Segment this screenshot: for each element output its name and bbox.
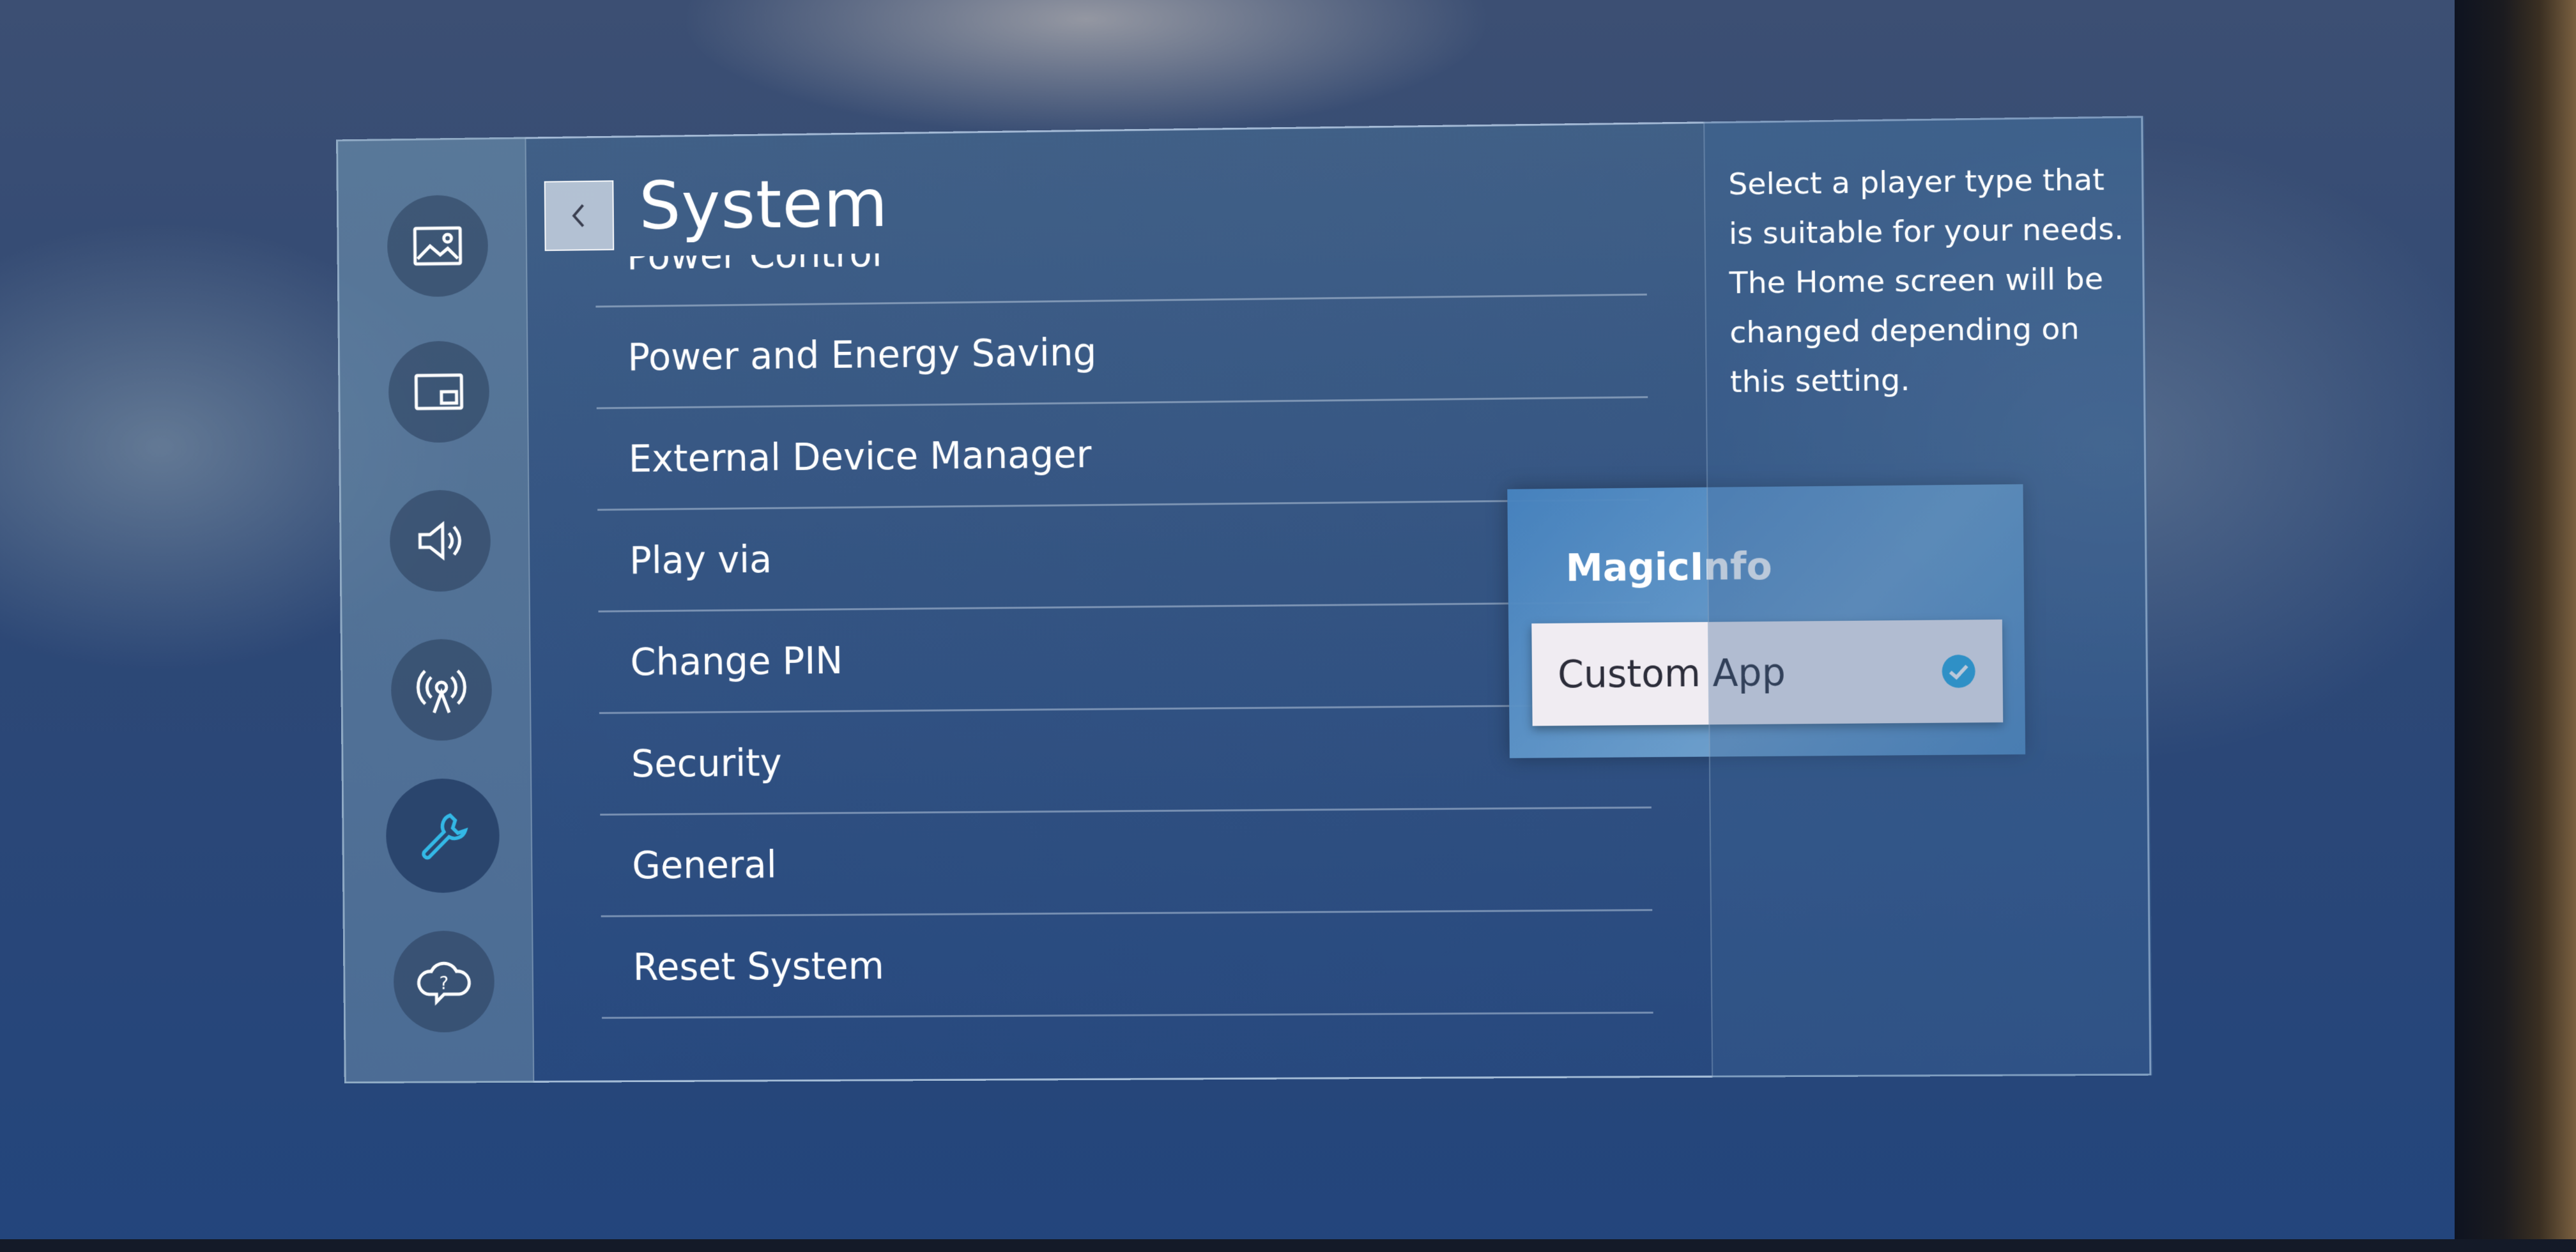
icon-sidebar: ? [336,137,534,1083]
menu-item-label: Power and Energy Saving [627,330,1096,379]
page-title: System [639,164,889,245]
picture-icon[interactable] [387,195,489,298]
sound-icon[interactable] [390,489,491,592]
network-icon[interactable] [391,639,493,741]
menu-item-external-device-manager[interactable]: External Device Manager [597,398,1649,510]
menu-item-label: External Device Manager [629,432,1092,480]
menu-item-label: Power Control [627,244,882,278]
menu-item-label: Play via [629,537,772,582]
help-text: Select a player type that is suitable fo… [1728,155,2131,407]
back-button[interactable] [544,180,615,251]
menu-item-label: Security [631,741,782,785]
menu-item-general[interactable]: General [600,809,1652,917]
wrench-icon[interactable] [386,778,500,893]
svg-text:?: ? [439,973,448,994]
menu-item-change-pin[interactable]: Change PIN [599,603,1651,714]
menu-list: Power Control Power and Energy Saving Ex… [595,244,1654,1063]
tv-bezel-bottom [0,1239,2576,1252]
menu-item-security[interactable]: Security [599,706,1652,816]
menu-item-label: Change PIN [630,639,843,683]
screen-icon[interactable] [388,340,489,443]
help-panel: Select a player type that is suitable fo… [1703,116,2152,1077]
support-icon[interactable]: ? [393,931,494,1033]
menu-item-label: General [632,843,777,887]
tv-bezel [2455,0,2576,1252]
settings-panel: ? System Power Control Power and Energy … [336,116,2151,1083]
menu-item-reset-system[interactable]: Reset System [601,911,1653,1019]
menu-item-power-energy-saving[interactable]: Power and Energy Saving [595,296,1648,409]
menu-item-play-via[interactable]: Play via [597,501,1650,613]
menu-item-label: Reset System [632,944,884,989]
chevron-left-icon [564,200,595,232]
